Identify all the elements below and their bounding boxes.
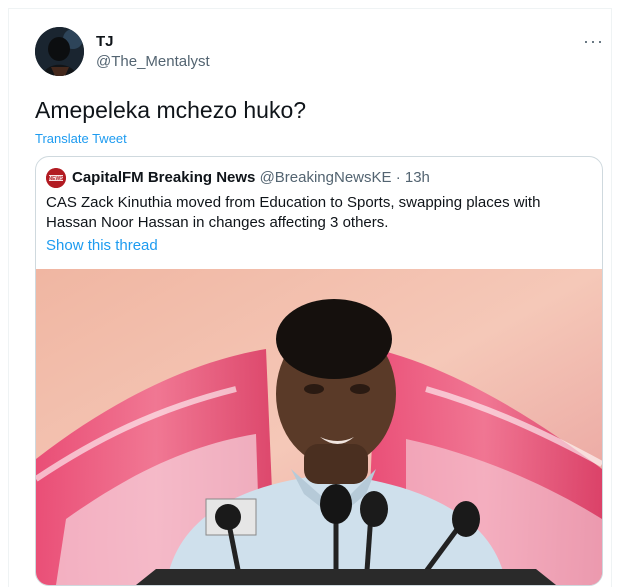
avatar-image	[35, 27, 84, 76]
display-name[interactable]: TJ	[96, 33, 114, 50]
news-logo-text: NEWS	[49, 176, 65, 182]
tweet-card[interactable]: TJ @The_Mentalyst ··· Amepeleka mchezo h…	[8, 8, 612, 587]
user-avatar[interactable]	[35, 27, 84, 76]
show-thread-link[interactable]: Show this thread	[46, 237, 158, 254]
quoted-header: CapitalFM Breaking News @BreakingNewsKE …	[72, 169, 430, 186]
quoted-photo[interactable]	[36, 269, 602, 585]
quoted-display-name[interactable]: CapitalFM Breaking News	[72, 169, 255, 186]
quoted-handle[interactable]: @BreakingNewsKE	[260, 169, 392, 186]
quoted-avatar[interactable]: NEWS	[46, 168, 66, 188]
more-options-icon[interactable]: ···	[583, 31, 604, 52]
quoted-timestamp[interactable]: 13h	[405, 169, 430, 186]
quoted-text: CAS Zack Kinuthia moved from Education t…	[46, 194, 541, 231]
news-logo-icon: NEWS	[46, 168, 66, 188]
quoted-tweet[interactable]: NEWS CapitalFM Breaking News @BreakingNe…	[35, 156, 603, 586]
translate-tweet-link[interactable]: Translate Tweet	[35, 131, 127, 146]
quoted-separator: ·	[395, 169, 401, 186]
user-handle[interactable]: @The_Mentalyst	[96, 53, 210, 70]
tweet-text: Amepeleka mchezo huko?	[35, 97, 307, 123]
